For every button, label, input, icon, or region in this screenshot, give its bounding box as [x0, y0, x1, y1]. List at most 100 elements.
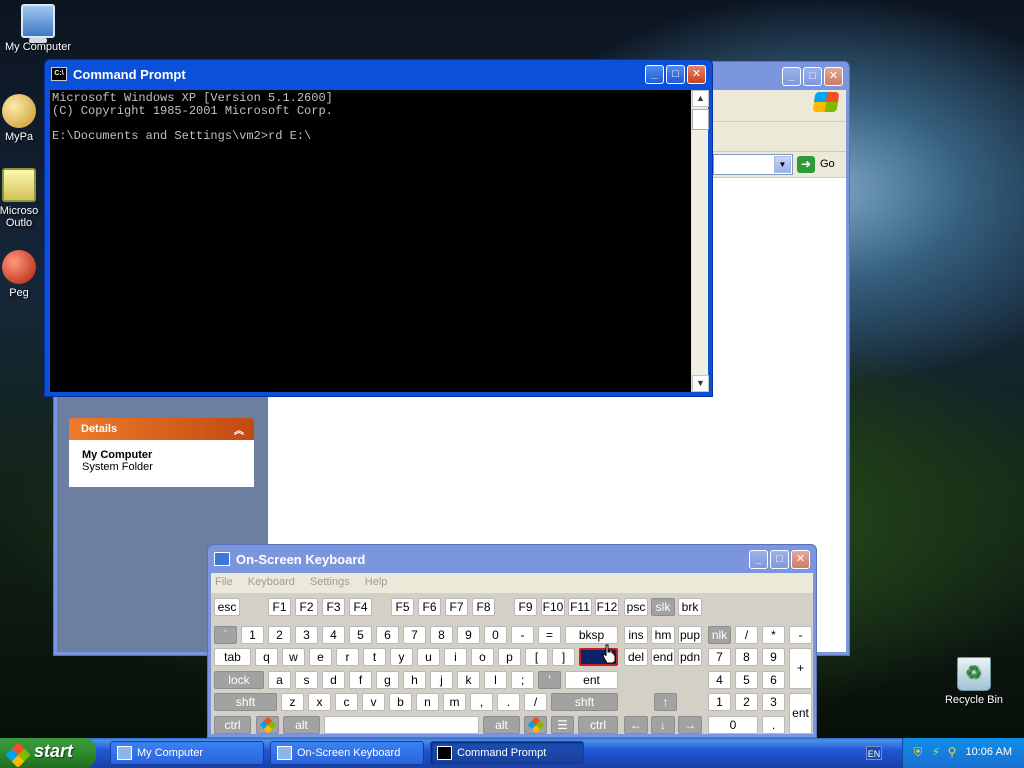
close-button[interactable]: ✕ [791, 549, 810, 569]
key-pgdn[interactable]: pdn [678, 648, 702, 666]
scroll-down-icon[interactable]: ▼ [692, 375, 709, 392]
osk-titlebar[interactable]: On-Screen Keyboard _ □ ✕ [208, 545, 816, 573]
key-f3[interactable]: F3 [322, 598, 345, 616]
scroll-thumb[interactable] [692, 109, 709, 130]
key-w[interactable]: w [282, 648, 305, 666]
key-backspace[interactable]: bksp [565, 626, 618, 644]
key-kp-3[interactable]: 3 [762, 693, 785, 711]
key-quote[interactable]: ' [538, 671, 561, 689]
key-z[interactable]: z [281, 693, 304, 711]
language-indicator[interactable]: EN [866, 746, 882, 760]
key-menu[interactable]: ☰ [551, 716, 574, 734]
key-g[interactable]: g [376, 671, 399, 689]
key-left-bracket[interactable]: [ [525, 648, 548, 666]
key-brk[interactable]: brk [678, 598, 702, 616]
key-h[interactable]: h [403, 671, 426, 689]
key-k[interactable]: k [457, 671, 480, 689]
desktop-icon-outlook[interactable]: Microso Outlo [0, 168, 44, 229]
key-kp-7[interactable]: 7 [708, 648, 731, 666]
taskbar-item-osk[interactable]: On-Screen Keyboard [270, 741, 424, 765]
desktop-icon-pegasus[interactable]: Peg [0, 250, 44, 299]
key-f11[interactable]: F11 [568, 598, 592, 616]
key-o[interactable]: o [471, 648, 494, 666]
key-right-bracket[interactable]: ] [552, 648, 575, 666]
key-right-alt[interactable]: alt [483, 716, 520, 734]
go-button[interactable]: Go [820, 158, 835, 170]
minimize-button[interactable]: _ [645, 64, 664, 84]
key-del[interactable]: del [624, 648, 648, 666]
key-semicolon[interactable]: ; [511, 671, 534, 689]
menu-keyboard[interactable]: Keyboard [248, 576, 295, 588]
key-numlock[interactable]: nlk [708, 626, 731, 644]
key-b[interactable]: b [389, 693, 412, 711]
key-f8[interactable]: F8 [472, 598, 495, 616]
key-slk[interactable]: slk [651, 598, 675, 616]
key-kp-2[interactable]: 2 [735, 693, 758, 711]
key-kp-1[interactable]: 1 [708, 693, 731, 711]
address-input[interactable]: ▼ [713, 154, 793, 175]
key-kp-6[interactable]: 6 [762, 671, 785, 689]
minimize-button[interactable]: _ [749, 549, 768, 569]
key-7[interactable]: 7 [403, 626, 426, 644]
key-psc[interactable]: psc [624, 598, 648, 616]
desktop-icon-recycle-bin[interactable]: Recycle Bin [936, 657, 1012, 706]
start-button[interactable]: start [0, 738, 96, 768]
key-down-arrow[interactable]: ↓ [651, 716, 675, 734]
key-f6[interactable]: F6 [418, 598, 441, 616]
key-slash[interactable]: / [524, 693, 547, 711]
key-kp-subtract[interactable]: - [789, 626, 812, 644]
key-f9[interactable]: F9 [514, 598, 537, 616]
key-c[interactable]: c [335, 693, 358, 711]
key-n[interactable]: n [416, 693, 439, 711]
network-icon[interactable]: ⚡ [929, 745, 943, 759]
key-enter[interactable]: ent [565, 671, 618, 689]
vertical-scrollbar[interactable]: ▲ ▼ [691, 90, 709, 392]
close-button[interactable]: ✕ [824, 66, 843, 86]
key-equals[interactable]: = [538, 626, 561, 644]
minimize-button[interactable]: _ [782, 66, 801, 86]
key-kp-add[interactable]: + [789, 648, 812, 689]
key-capslock[interactable]: lock [214, 671, 264, 689]
key-kp-5[interactable]: 5 [735, 671, 758, 689]
key-r[interactable]: r [336, 648, 359, 666]
key-6[interactable]: 6 [376, 626, 399, 644]
cmd-window[interactable]: C:\ Command Prompt _ □ ✕ Microsoft Windo… [44, 59, 713, 397]
key-9[interactable]: 9 [457, 626, 480, 644]
key-home[interactable]: hm [651, 626, 675, 644]
key-i[interactable]: i [444, 648, 467, 666]
key-ins[interactable]: ins [624, 626, 648, 644]
key-kp-decimal[interactable]: . [762, 716, 785, 734]
key-d[interactable]: d [322, 671, 345, 689]
key-space[interactable] [324, 716, 479, 734]
key-f12[interactable]: F12 [595, 598, 619, 616]
key-kp-9[interactable]: 9 [762, 648, 785, 666]
key-s[interactable]: s [295, 671, 318, 689]
collapse-chevron-icon[interactable]: ︽ [234, 422, 244, 437]
key-right-arrow[interactable]: → [678, 716, 702, 734]
taskbar-item-my-computer[interactable]: My Computer [110, 741, 264, 765]
key-m[interactable]: m [443, 693, 466, 711]
key-right-shift[interactable]: shft [551, 693, 618, 711]
key-grave[interactable]: ` [214, 626, 237, 644]
cmd-titlebar[interactable]: C:\ Command Prompt _ □ ✕ [45, 60, 712, 88]
osk-window[interactable]: On-Screen Keyboard _ □ ✕ File Keyboard S… [207, 544, 817, 738]
key-kp-8[interactable]: 8 [735, 648, 758, 666]
key-kp-divide[interactable]: / [735, 626, 758, 644]
menu-file[interactable]: File [215, 576, 233, 588]
key-f[interactable]: f [349, 671, 372, 689]
key-right-ctrl[interactable]: ctrl [578, 716, 618, 734]
search-icon[interactable]: ⚲ [945, 745, 959, 759]
key-j[interactable]: j [430, 671, 453, 689]
chevron-down-icon[interactable]: ▼ [774, 156, 791, 173]
key-0[interactable]: 0 [484, 626, 507, 644]
go-arrow-icon[interactable]: ➜ [797, 156, 815, 173]
key-f4[interactable]: F4 [349, 598, 372, 616]
desktop-icon-my-pictures[interactable]: MyPa [0, 94, 44, 143]
maximize-button[interactable]: □ [770, 549, 789, 569]
key-p[interactable]: p [498, 648, 521, 666]
key-right-win[interactable] [524, 716, 547, 734]
key-kp-multiply[interactable]: * [762, 626, 785, 644]
key-comma[interactable]: , [470, 693, 493, 711]
key-2[interactable]: 2 [268, 626, 291, 644]
clock[interactable]: 10:06 AM [966, 746, 1012, 758]
